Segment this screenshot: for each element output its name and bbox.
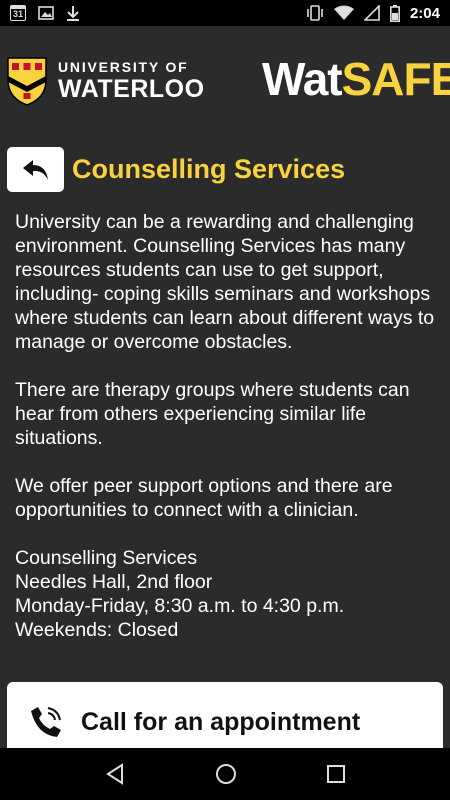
uw-line2: WATERLOO [58,75,205,103]
back-nav-icon[interactable] [104,763,126,785]
back-arrow-icon [22,159,48,180]
status-right: 2:04 [306,4,440,22]
signal-icon [363,5,380,21]
status-time: 2:04 [409,4,440,22]
home-nav-icon[interactable] [215,763,237,785]
paragraph-groups: There are therapy groups where students … [15,379,410,449]
address-weekends: Weekends: Closed [15,619,179,641]
uw-line1: UNIVERSITY OF [58,59,189,75]
navigation-bar [0,748,450,800]
header: UNIVERSITY OF WATERLOO WatSAFE [0,26,450,138]
vibrate-icon [307,5,323,21]
uw-logo: UNIVERSITY OF WATERLOO [6,56,205,106]
call-appointment-button[interactable]: Call for an appointment [7,682,443,748]
calendar-icon: 31 [10,5,26,21]
uw-crest-icon [7,57,47,106]
address-hours: Monday-Friday, 8:30 a.m. to 4:30 p.m. [15,595,345,617]
content-body: University can be a rewarding and challe… [15,210,435,642]
address-location: Needles Hall, 2nd floor [15,571,213,593]
status-left: 31 [10,5,80,21]
wifi-icon [333,5,354,20]
back-button[interactable] [7,147,64,192]
uw-wordmark: UNIVERSITY OF WATERLOO [58,60,205,102]
status-bar: 31 2:04 [0,0,450,26]
recents-nav-icon[interactable] [326,764,346,784]
paragraph-intro: University can be a rewarding and challe… [15,211,435,353]
image-icon [38,6,54,20]
brand-safe: SAFE [341,53,450,105]
battery-icon [389,4,400,22]
download-icon [67,6,79,21]
brand-wat: Wat [262,53,343,105]
address-name: Counselling Services [15,547,198,569]
watsafe-logo: WatSAFE [262,56,450,102]
app-screen: UNIVERSITY OF WATERLOO WatSAFE Counselli… [0,26,450,748]
title-row: Counselling Services [7,147,345,192]
address-block: Counselling Services Needles Hall, 2nd f… [15,546,435,642]
calendar-day: 31 [12,9,23,19]
call-button-label: Call for an appointment [81,707,361,736]
page-title: Counselling Services [72,154,346,184]
phone-icon [31,707,61,737]
paragraph-peer: We offer peer support options and there … [15,475,393,521]
